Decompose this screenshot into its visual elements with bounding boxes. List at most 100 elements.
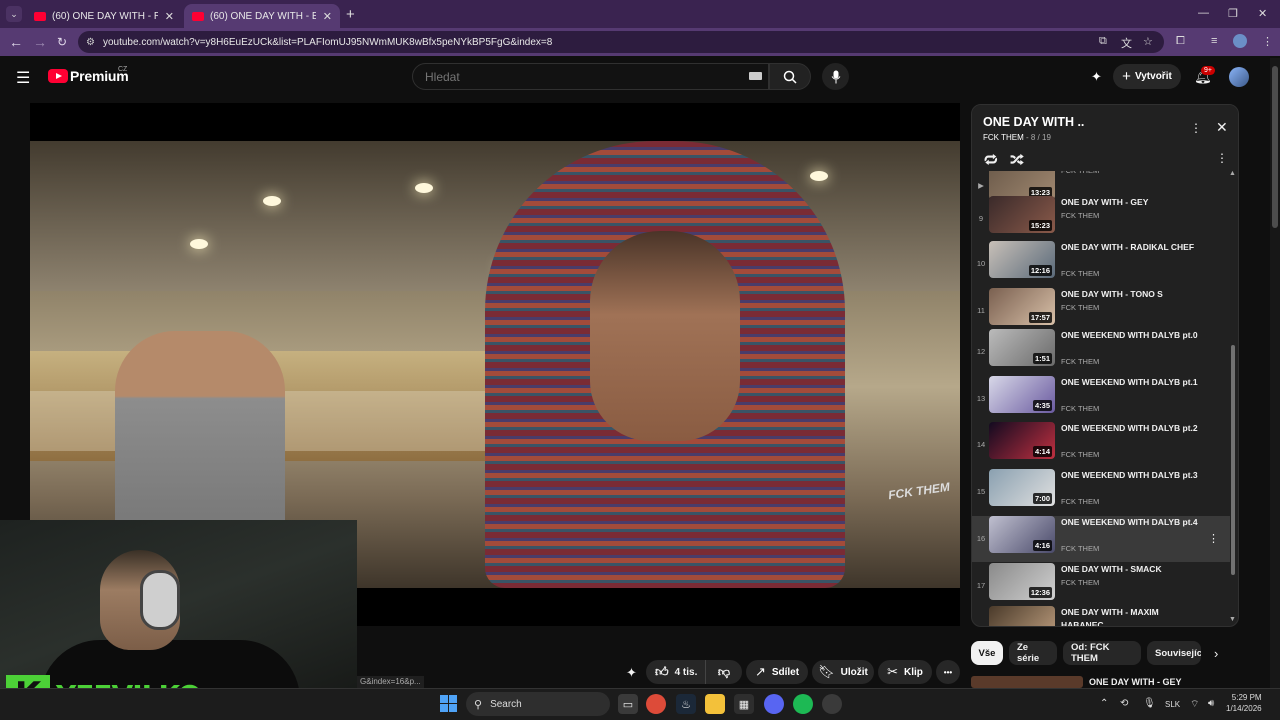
playlist-item-thumbnail[interactable]: 12:16 xyxy=(989,241,1055,278)
scroll-up-icon[interactable]: ▲ xyxy=(1229,170,1236,177)
playlist-item[interactable]: 18 ONE DAY WITH - MAXIM HABANEC xyxy=(972,606,1230,626)
media-icon[interactable]: ≡ xyxy=(1211,35,1217,47)
like-button[interactable]: 👍︎ 4 tis. xyxy=(646,660,706,684)
scroll-down-icon[interactable]: ▼ xyxy=(1229,616,1236,623)
forward-icon[interactable]: → xyxy=(33,34,47,50)
playlist-item-title[interactable]: ONE WEEKEND WITH DALYB pt.1 xyxy=(1061,376,1201,389)
playlist-item-title[interactable]: ONE DAY WITH - SMACK xyxy=(1061,563,1201,576)
dislike-button[interactable]: 👎︎ xyxy=(706,665,742,680)
clip-button[interactable]: ✂ Klip xyxy=(878,660,932,684)
browser-tab-raphael[interactable]: (60) ONE DAY WITH - RAPHAEL ✕ xyxy=(26,4,182,28)
playlist-item-title[interactable]: ONE DAY WITH - MAXIM HABANEC xyxy=(1061,606,1201,626)
chip-from-channel[interactable]: Od: FCK THEM xyxy=(1063,641,1141,665)
save-button[interactable]: 🔖︎ Uložit xyxy=(812,660,874,684)
playlist-item-thumbnail[interactable]: 1:51 xyxy=(989,329,1055,366)
tray-chevron-icon[interactable]: ⌃ xyxy=(1100,698,1108,709)
shuffle-icon[interactable]: 🔀︎ xyxy=(1010,149,1024,170)
chrome-icon[interactable] xyxy=(646,694,666,714)
minimize-button[interactable]: — xyxy=(1198,7,1209,19)
item-more-icon[interactable]: ⋮ xyxy=(1208,532,1219,545)
playlist-item-thumbnail[interactable]: 4:14 xyxy=(989,422,1055,459)
playlist-title[interactable]: ONE DAY WITH .. xyxy=(983,115,1084,129)
chevron-right-icon[interactable]: › xyxy=(1214,646,1218,661)
account-avatar[interactable] xyxy=(1229,67,1249,87)
share-button[interactable]: ↗ Sdílet xyxy=(746,660,808,684)
site-info-icon[interactable]: ⚙ xyxy=(86,37,95,48)
playlist-item[interactable]: 15 7:00 ONE WEEKEND WITH DALYB pt.3 FCK THE… xyxy=(972,469,1230,515)
chip-related[interactable]: Související xyxy=(1147,641,1201,665)
address-bar[interactable]: ⚙ youtube.com/watch?v=y8H6EuEzUCk&list=P… xyxy=(78,31,1164,53)
playlist-item-title[interactable]: ONE DAY WITH - RADIKAL CHEF xyxy=(1061,241,1201,254)
obs-icon[interactable] xyxy=(822,694,842,714)
url-text[interactable]: youtube.com/watch?v=y8H6EuEzUCk&list=PLA… xyxy=(103,37,552,48)
browser-menu-icon[interactable]: ⋮ xyxy=(1262,35,1273,48)
playlist-close-icon[interactable]: ✕ xyxy=(1216,119,1228,136)
playlist-options-icon[interactable]: ⋮ xyxy=(1216,151,1228,165)
translate-icon[interactable]: 文 xyxy=(1121,35,1132,51)
playlist-item[interactable]: 14 4:14 ONE WEEKEND WITH DALYB pt.2 FCK THE… xyxy=(972,422,1230,468)
keyboard-icon[interactable] xyxy=(749,72,762,80)
browser-tab-ego[interactable]: (60) ONE DAY WITH - EGO - You ✕ xyxy=(184,4,340,28)
extensions-icon[interactable]: ⧠ xyxy=(1176,35,1185,48)
loop-icon[interactable]: 🔁︎ xyxy=(984,149,998,170)
back-icon[interactable]: ← xyxy=(9,34,23,50)
bookmark-star-icon[interactable]: ☆ xyxy=(1143,35,1153,48)
playlist-item-title[interactable]: ONE WEEKEND WITH DALYB pt.4 xyxy=(1061,516,1201,529)
playlist-item[interactable]: 12 1:51 ONE WEEKEND WITH DALYB pt.0 FCK THE… xyxy=(972,329,1230,375)
playlist-more-icon[interactable]: ⋮ xyxy=(1190,121,1202,135)
search-input[interactable] xyxy=(423,68,723,85)
playlist-item[interactable]: 9 15:23 ONE DAY WITH - GEY FCK THEM xyxy=(972,196,1230,242)
playlist-item-thumbnail[interactable]: 12:36 xyxy=(989,563,1055,600)
playlist-item[interactable]: 10 12:16 ONE DAY WITH - RADIKAL CHEF FCK TH… xyxy=(972,241,1230,287)
playlist-item-title[interactable]: ONE WEEKEND WITH DALYB pt.3 xyxy=(1061,469,1201,482)
windows-start-icon[interactable] xyxy=(440,695,457,712)
tab-close-icon[interactable]: ✕ xyxy=(165,10,174,23)
language-indicator[interactable]: SLK xyxy=(1165,700,1180,709)
playlist-item-thumbnail[interactable]: 7:00 xyxy=(989,469,1055,506)
volume-icon[interactable]: 🔊︎ xyxy=(1208,698,1214,709)
playlist-item-title[interactable]: ONE DAY WITH - GEY xyxy=(1061,196,1201,209)
playlist-item-thumbnail[interactable]: 4:35 xyxy=(989,376,1055,413)
spotify-icon[interactable] xyxy=(793,694,813,714)
new-tab-button[interactable]: + xyxy=(346,6,355,23)
playlist-item-thumbnail[interactable]: 15:23 xyxy=(989,196,1055,233)
tray-app-icon[interactable]: ⟲ xyxy=(1120,698,1128,709)
file-explorer-icon[interactable] xyxy=(705,694,725,714)
discord-icon[interactable] xyxy=(764,694,784,714)
playlist-item[interactable]: 11 17:57 ONE DAY WITH - TONO S FCK THEM xyxy=(972,288,1230,334)
related-video-thumbnail[interactable] xyxy=(971,676,1083,688)
wifi-icon[interactable]: ⌔ xyxy=(1190,698,1199,711)
youtube-premium-logo[interactable]: Premium xyxy=(48,68,129,84)
tab-close-icon[interactable]: ✕ xyxy=(323,10,332,23)
search-button[interactable] xyxy=(769,63,811,90)
playlist-item-title[interactable]: ONE WEEKEND WITH DALYB pt.0 xyxy=(1061,329,1201,342)
tray-mic-icon[interactable]: 🎙︎ xyxy=(1143,698,1156,709)
steam-icon[interactable]: ♨ xyxy=(676,694,696,714)
hamburger-menu-icon[interactable]: ☰ xyxy=(16,68,30,88)
more-actions-button[interactable]: ••• xyxy=(936,660,960,684)
playlist-scrollbar[interactable] xyxy=(1231,345,1235,575)
profile-avatar[interactable] xyxy=(1233,34,1247,48)
install-icon[interactable]: ⧉ xyxy=(1099,35,1107,48)
related-video-title[interactable]: ONE DAY WITH - GEY xyxy=(1089,677,1182,687)
chip-series[interactable]: Ze série xyxy=(1009,641,1057,665)
tab-search-button[interactable]: ⌄ xyxy=(6,6,22,22)
reload-icon[interactable]: ↻ xyxy=(57,35,67,49)
playlist-item-thumbnail[interactable]: 4:16 xyxy=(989,516,1055,553)
playlist-channel[interactable]: FCK THEM xyxy=(983,133,1024,142)
task-view-icon[interactable]: ▭ xyxy=(618,694,638,714)
upload-spark-icon[interactable]: ✦ xyxy=(1091,69,1102,85)
sparkle-icon[interactable]: ✦ xyxy=(626,665,637,681)
search-box[interactable] xyxy=(412,63,769,90)
store-icon[interactable]: ▦ xyxy=(734,694,754,714)
page-scrollbar-thumb[interactable] xyxy=(1272,66,1278,228)
playlist-item-thumbnail[interactable] xyxy=(989,606,1055,626)
voice-search-button[interactable] xyxy=(822,63,849,90)
playlist-item[interactable]: 13 4:35 ONE WEEKEND WITH DALYB pt.1 FCK THE… xyxy=(972,376,1230,422)
playlist-item[interactable]: 16 4:16 ONE WEEKEND WITH DALYB pt.4 FCK THE… xyxy=(972,516,1230,562)
playlist-item-title[interactable]: ONE WEEKEND WITH DALYB pt.2 xyxy=(1061,422,1201,435)
window-close-button[interactable]: ✕ xyxy=(1258,7,1267,20)
restore-button[interactable]: ❐ xyxy=(1228,7,1238,20)
playlist-item-title[interactable]: ONE DAY WITH - TONO S xyxy=(1061,288,1201,301)
chip-all[interactable]: Vše xyxy=(971,641,1003,665)
